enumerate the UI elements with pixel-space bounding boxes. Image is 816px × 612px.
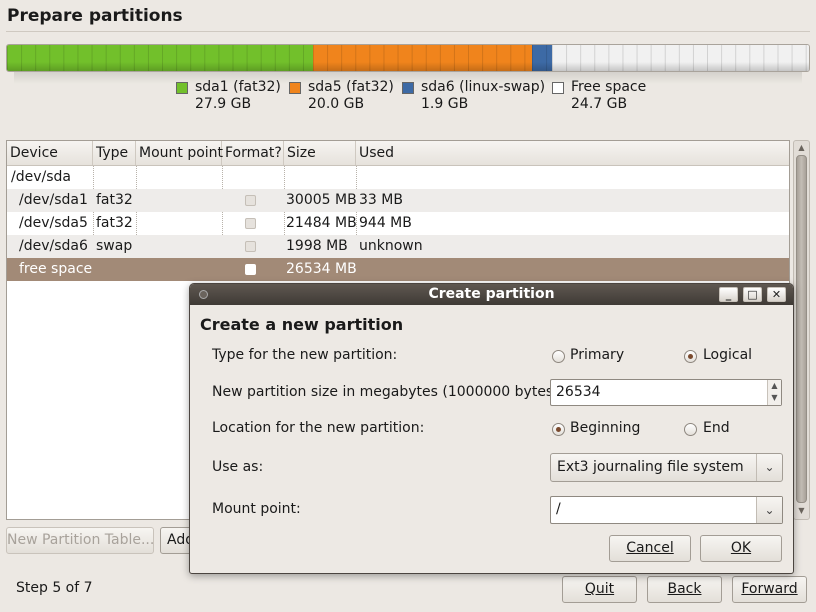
cell-device: /dev/sda: [11, 169, 71, 185]
table-scrollbar[interactable]: ▲ ▼: [793, 140, 810, 520]
mount-point-label: Mount point:: [212, 501, 301, 517]
dialog-heading: Create a new partition: [200, 315, 404, 334]
legend-swatch: [176, 82, 188, 94]
col-header-size[interactable]: Size: [284, 141, 356, 165]
new-partition-table-button[interactable]: New Partition Table...: [6, 527, 154, 554]
close-icon[interactable]: ✕: [767, 287, 786, 302]
mount-point-combo-entry[interactable]: / ⌄: [550, 496, 783, 524]
dialog-titlebar[interactable]: Create partition _ □ ✕: [190, 284, 793, 305]
scroll-up-icon[interactable]: ▲: [796, 143, 807, 153]
legend-name: sda5 (fat32): [308, 79, 394, 95]
forward-button[interactable]: Forward: [732, 576, 807, 603]
mount-point-value: /: [556, 501, 561, 517]
beginning-label[interactable]: Beginning: [570, 420, 640, 436]
ok-label: OK: [730, 540, 752, 556]
cell-used: 944 MB: [359, 215, 412, 231]
minimize-icon[interactable]: _: [719, 287, 738, 302]
radio-primary[interactable]: [552, 350, 565, 363]
format-checkbox[interactable]: [245, 264, 256, 275]
col-header-type[interactable]: Type: [93, 141, 136, 165]
col-header-used[interactable]: Used: [356, 141, 789, 165]
scroll-down-icon[interactable]: ▼: [796, 506, 807, 516]
scrollbar-thumb[interactable]: [796, 155, 807, 503]
cell-device: /dev/sda5: [19, 215, 88, 231]
table-row[interactable]: /dev/sda5 fat32 21484 MB 944 MB: [7, 212, 789, 235]
table-row[interactable]: /dev/sda6 swap 1998 MB unknown: [7, 235, 789, 258]
quit-label: Quit: [584, 581, 615, 597]
title-separator: [6, 31, 810, 32]
table-row[interactable]: /dev/sda1 fat32 30005 MB 33 MB: [7, 189, 789, 212]
end-label[interactable]: End: [703, 420, 730, 436]
legend-name: Free space: [571, 79, 647, 95]
use-as-combobox[interactable]: Ext3 journaling file system ⌄: [550, 453, 783, 482]
partition-size-label: New partition size in megabytes (1000000…: [212, 384, 564, 400]
cell-size: 1998 MB: [286, 238, 348, 254]
spin-arrows-icon[interactable]: ▲ ▼: [767, 380, 781, 405]
table-header: Device Type Mount point Format? Size Use…: [7, 141, 789, 166]
table-row-selected[interactable]: free space 26534 MB: [7, 258, 789, 281]
cell-type: fat32: [96, 215, 133, 231]
forward-label: Forward: [741, 581, 798, 597]
radio-logical[interactable]: [684, 350, 697, 363]
cell-device: /dev/sda6: [19, 238, 88, 254]
cell-type: swap: [96, 238, 133, 254]
use-as-label: Use as:: [212, 459, 264, 475]
create-partition-dialog: Create partition _ □ ✕ Create a new part…: [189, 283, 794, 574]
ok-button[interactable]: OK: [700, 535, 782, 562]
cancel-label: Cancel: [626, 540, 674, 556]
back-label: Back: [667, 581, 702, 597]
use-as-value: Ext3 journaling file system: [557, 459, 744, 475]
legend-size: 27.9 GB: [195, 96, 252, 112]
step-indicator: Step 5 of 7: [16, 580, 93, 596]
cell-size: 21484 MB: [286, 215, 357, 231]
page-title: Prepare partitions: [7, 6, 183, 26]
format-checkbox[interactable]: [245, 241, 256, 252]
primary-label[interactable]: Primary: [570, 347, 624, 363]
partition-size-value: 26534: [556, 384, 601, 400]
chevron-down-icon[interactable]: ⌄: [756, 497, 782, 523]
legend-swatch: [289, 82, 301, 94]
legend-size: 20.0 GB: [308, 96, 365, 112]
legend-swatch: [552, 82, 564, 94]
partition-segment-sda5: [312, 45, 532, 71]
col-header-format[interactable]: Format?: [222, 141, 284, 165]
cell-device: /dev/sda1: [19, 192, 88, 208]
legend-name: sda6 (linux-swap): [421, 79, 546, 95]
quit-button[interactable]: Quit: [562, 576, 637, 603]
chevron-down-icon: ⌄: [756, 454, 782, 481]
maximize-icon[interactable]: □: [743, 287, 762, 302]
back-button[interactable]: Back: [647, 576, 722, 603]
dialog-title: Create partition: [428, 286, 555, 302]
legend-name: sda1 (fat32): [195, 79, 281, 95]
legend-swatch: [402, 82, 414, 94]
radio-end[interactable]: [684, 423, 697, 436]
logical-label[interactable]: Logical: [703, 347, 752, 363]
cell-size: 26534 MB: [286, 261, 357, 277]
cell-size: 30005 MB: [286, 192, 357, 208]
partition-size-spinbox[interactable]: 26534 ▲ ▼: [550, 379, 782, 406]
partition-type-label: Type for the new partition:: [212, 347, 398, 363]
cell-device: free space: [19, 261, 93, 277]
location-label: Location for the new partition:: [212, 420, 425, 436]
cancel-button[interactable]: Cancel: [609, 535, 691, 562]
format-checkbox[interactable]: [245, 195, 256, 206]
cell-type: fat32: [96, 192, 133, 208]
cell-used: unknown: [359, 238, 423, 254]
col-header-device[interactable]: Device: [7, 141, 93, 165]
legend-size: 1.9 GB: [421, 96, 469, 112]
radio-beginning[interactable]: [552, 423, 565, 436]
partition-segment-free: [552, 45, 809, 71]
table-row[interactable]: /dev/sda: [7, 166, 789, 189]
legend-size: 24.7 GB: [571, 96, 628, 112]
partition-segment-sda1: [7, 45, 313, 71]
format-checkbox[interactable]: [245, 218, 256, 229]
cell-used: 33 MB: [359, 192, 403, 208]
col-header-mount-point[interactable]: Mount point: [136, 141, 223, 165]
partition-bar: [6, 44, 810, 72]
partition-segment-sda6: [531, 45, 553, 71]
